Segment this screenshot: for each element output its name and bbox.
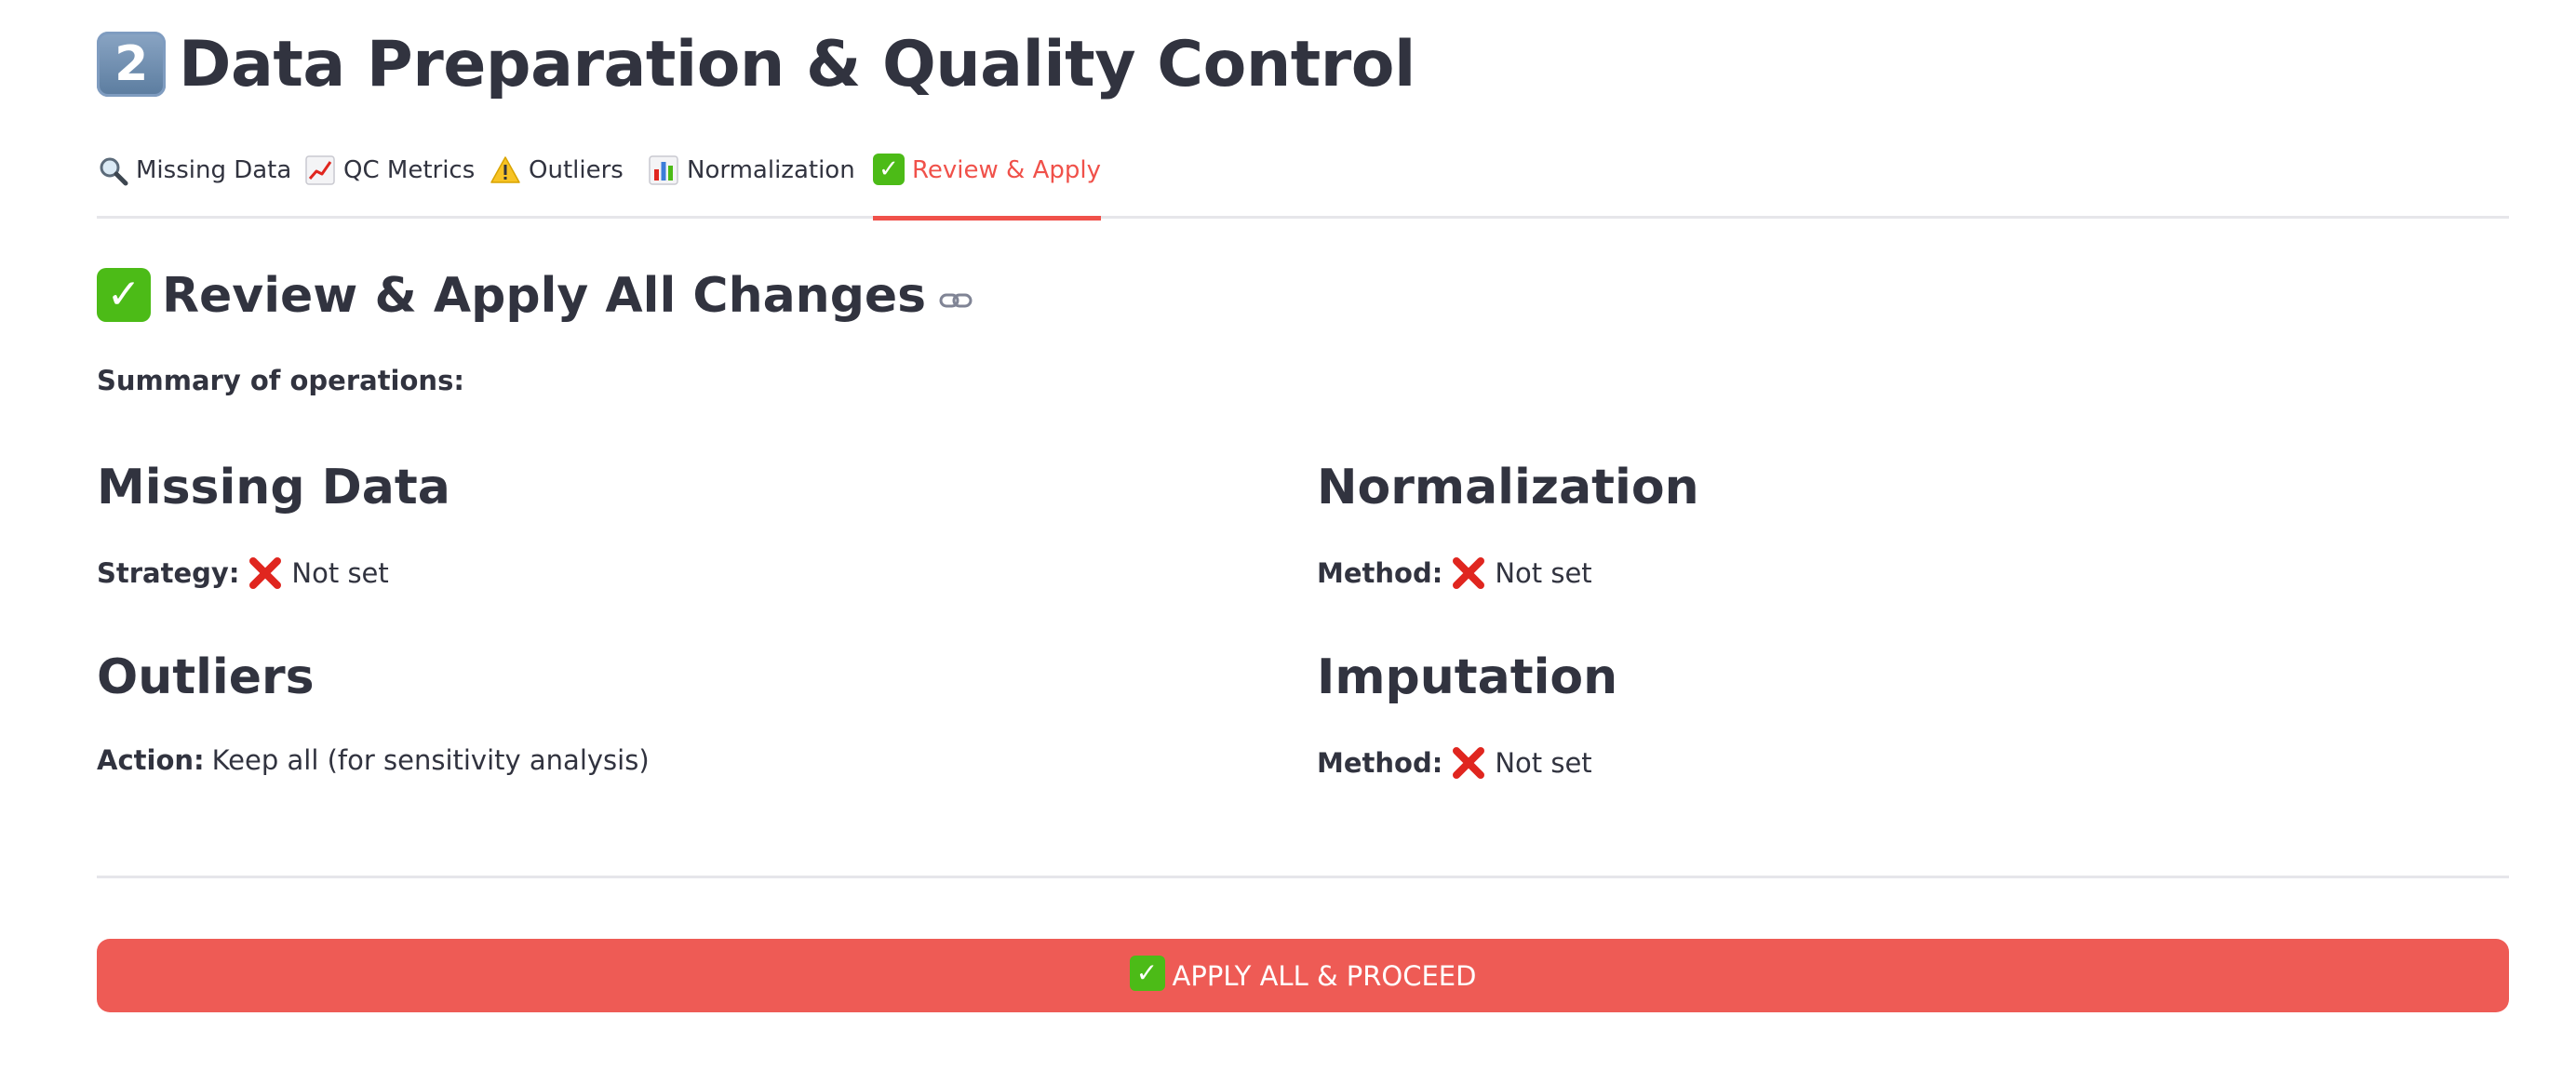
method-value: Not set xyxy=(1495,747,1592,779)
bar-chart-icon xyxy=(649,155,678,185)
method-value: Not set xyxy=(1495,557,1592,589)
page-title: 2 Data Preparation & Quality Control xyxy=(97,28,1415,101)
keycap-digit-icon: 2 xyxy=(97,32,166,98)
divider xyxy=(97,876,2509,878)
tab-outliers[interactable]: Outliers xyxy=(490,156,624,216)
normalization-heading: Normalization xyxy=(1317,460,1699,515)
cross-icon xyxy=(249,557,282,589)
normalization-line: Method: Not set xyxy=(1317,555,2434,592)
tab-normalization[interactable]: Normalization xyxy=(648,155,855,216)
imputation-summary: Imputation Method: Not set xyxy=(1317,649,2434,782)
apply-all-proceed-button[interactable]: ✓ APPLY ALL & PROCEED xyxy=(97,939,2509,1012)
tab-qc-metrics[interactable]: QC Metrics xyxy=(304,155,476,216)
tab-bar: Missing Data QC Metrics Outliers Normali… xyxy=(97,154,2509,221)
missing-data-heading: Missing Data xyxy=(97,460,450,515)
check-icon: ✓ xyxy=(1129,955,1165,991)
method-key: Method: xyxy=(1317,557,1443,589)
apply-button-label: APPLY ALL & PROCEED xyxy=(1172,959,1477,992)
imputation-line: Method: Not set xyxy=(1317,744,2434,782)
line-chart-icon xyxy=(305,155,335,185)
strategy-value: Not set xyxy=(291,557,389,589)
method-key: Method: xyxy=(1317,747,1443,779)
missing-data-line: Strategy: Not set xyxy=(97,555,1214,592)
section-title-text: Review & Apply All Changes xyxy=(162,268,927,324)
strategy-key: Strategy: xyxy=(97,557,240,589)
tab-review-apply[interactable]: ✓ Review & Apply xyxy=(873,154,1101,221)
check-icon: ✓ xyxy=(873,154,905,185)
tab-missing-data[interactable]: Missing Data xyxy=(97,156,291,216)
tab-label: Outliers xyxy=(529,156,624,184)
cross-icon xyxy=(1453,747,1485,779)
missing-data-summary: Missing Data Strategy: Not set xyxy=(97,460,1214,592)
tab-label: QC Metrics xyxy=(343,156,476,184)
check-icon: ✓ xyxy=(97,268,151,322)
imputation-heading: Imputation xyxy=(1317,649,1618,705)
summary-label: Summary of operations: xyxy=(97,365,464,396)
normalization-summary: Normalization Method: Not set xyxy=(1317,460,2434,592)
tab-label: Review & Apply xyxy=(912,156,1101,184)
tab-label: Normalization xyxy=(687,156,855,184)
link-icon[interactable] xyxy=(939,289,973,312)
tab-label: Missing Data xyxy=(136,156,292,184)
outliers-summary: Outliers Action: Keep all (for sensitivi… xyxy=(97,649,1214,776)
warning-icon xyxy=(490,156,520,183)
magnifier-icon xyxy=(100,157,128,186)
section-title: ✓ Review & Apply All Changes xyxy=(97,268,973,326)
action-value: Keep all (for sensitivity analysis) xyxy=(211,744,650,776)
outliers-line: Action: Keep all (for sensitivity analys… xyxy=(97,744,1214,776)
page-title-text: Data Preparation & Quality Control xyxy=(179,28,1415,101)
outliers-heading: Outliers xyxy=(97,649,315,705)
action-key: Action: xyxy=(97,744,205,776)
cross-icon xyxy=(1453,557,1485,589)
